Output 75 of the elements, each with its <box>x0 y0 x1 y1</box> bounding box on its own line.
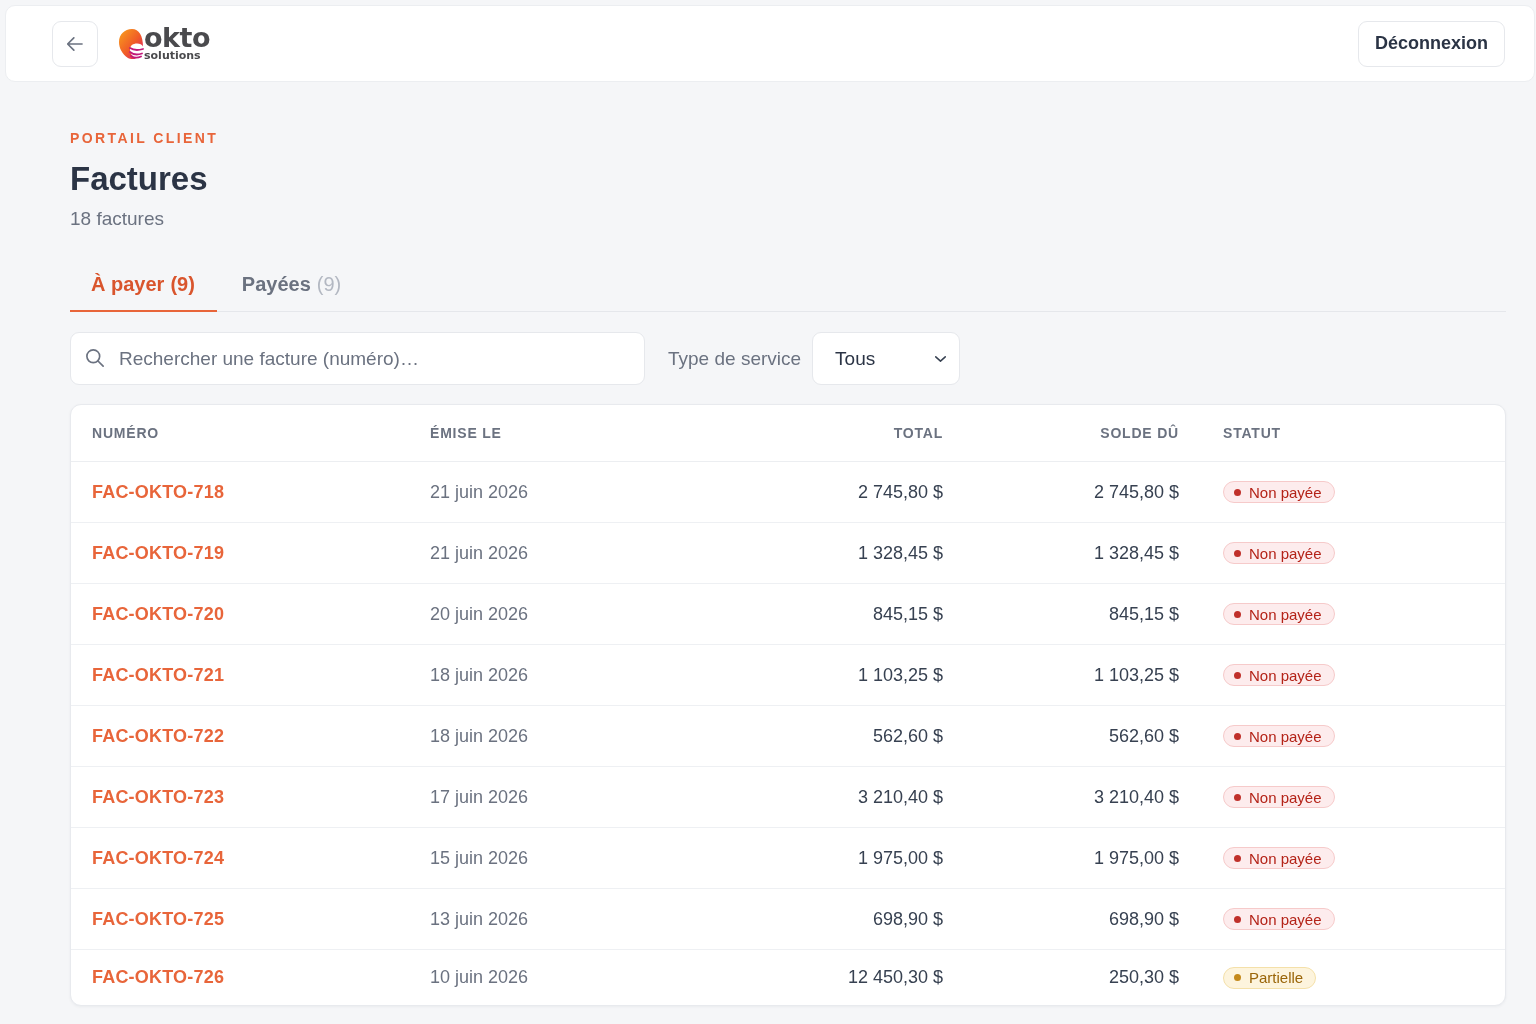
invoice-link[interactable]: FAC-OKTO-718 <box>92 481 225 502</box>
table-cell: 1 975,00 $ <box>1093 847 1179 868</box>
tab[interactable]: À payer (9) <box>70 260 217 312</box>
invoice-link[interactable]: FAC-OKTO-721 <box>92 664 225 685</box>
table-cell: 20 juin 2026 <box>430 603 529 624</box>
logo-mark-icon <box>118 27 146 60</box>
table-cell: 1 975,00 $ <box>857 847 943 868</box>
status-dot-icon <box>1234 671 1241 679</box>
table-cell: 1 328,45 $ <box>857 542 943 563</box>
column-header: NUMÉRO <box>92 425 160 441</box>
table-cell: 1 328,45 $ <box>1093 542 1179 563</box>
section-eyebrow: PORTAIL CLIENT <box>70 130 220 146</box>
invoice-count: 18 factures <box>70 207 165 231</box>
status-badge: Non payée <box>1223 786 1335 808</box>
status-dot-icon <box>1234 732 1241 740</box>
column-header: SOLDE DÛ <box>1100 425 1179 441</box>
page-title: Factures <box>70 159 209 199</box>
table-cell: 845,15 $ <box>1108 603 1179 624</box>
invoice-link[interactable]: FAC-OKTO-723 <box>92 786 225 807</box>
table-cell: 21 juin 2026 <box>430 542 529 563</box>
status-dot-icon <box>1234 793 1241 801</box>
table-cell: 562,60 $ <box>872 725 943 746</box>
status-badge: Partielle <box>1223 966 1317 989</box>
status-badge: Non payée <box>1223 725 1335 747</box>
column-header: STATUT <box>1223 425 1281 441</box>
status-badge: Non payée <box>1223 847 1335 869</box>
table-cell: 2 745,80 $ <box>857 481 943 502</box>
table-cell: 18 juin 2026 <box>430 664 529 685</box>
logout-button[interactable]: Déconnexion <box>1357 20 1505 67</box>
status-badge: Non payée <box>1223 481 1335 503</box>
table-cell: 562,60 $ <box>1108 725 1179 746</box>
tab[interactable]: Payées (9) <box>220 260 364 312</box>
invoice-link[interactable]: FAC-OKTO-722 <box>92 725 225 746</box>
table-cell: 13 juin 2026 <box>430 908 529 929</box>
table-cell: 698,90 $ <box>872 908 943 929</box>
filter-label: Type de service <box>668 347 802 370</box>
status-dot-icon <box>1234 549 1241 557</box>
invoice-link[interactable]: FAC-OKTO-724 <box>92 847 225 868</box>
table-cell: 250,30 $ <box>1108 967 1179 987</box>
table-cell: 17 juin 2026 <box>430 786 529 807</box>
status-badge: Non payée <box>1223 542 1335 564</box>
status-badge: Non payée <box>1223 908 1335 930</box>
table-cell: 3 210,40 $ <box>1093 786 1179 807</box>
table-cell: 698,90 $ <box>1108 908 1179 929</box>
status-badge: Non payée <box>1223 603 1335 625</box>
chevron-down-icon <box>935 355 947 362</box>
search-icon <box>86 349 104 367</box>
column-header: TOTAL <box>893 425 943 441</box>
status-dot-icon <box>1234 915 1241 923</box>
status-badge: Non payée <box>1223 664 1335 686</box>
table-cell: 1 103,25 $ <box>857 664 943 685</box>
table-cell: 10 juin 2026 <box>430 967 529 987</box>
table-cell: 3 210,40 $ <box>857 786 943 807</box>
table-cell: 12 450,30 $ <box>847 967 943 987</box>
search-field[interactable]: Rechercher une facture (numéro)… <box>70 332 645 385</box>
table-cell: 845,15 $ <box>872 603 943 624</box>
invoice-link[interactable]: FAC-OKTO-726 <box>92 967 225 987</box>
column-header: ÉMISE LE <box>430 425 502 441</box>
service-type-select[interactable]: Tous <box>812 332 961 385</box>
status-dot-icon <box>1234 610 1241 618</box>
logo-tagline: solutions <box>144 49 202 62</box>
table-cell: 2 745,80 $ <box>1093 481 1179 502</box>
invoice-link[interactable]: FAC-OKTO-719 <box>92 542 225 563</box>
logo-wordmark: okto <box>144 25 210 50</box>
status-dot-icon <box>1234 974 1241 981</box>
table-cell: 1 103,25 $ <box>1093 664 1179 685</box>
invoice-link[interactable]: FAC-OKTO-720 <box>92 603 225 624</box>
table-cell: 18 juin 2026 <box>430 725 529 746</box>
status-dot-icon <box>1234 488 1241 496</box>
status-dot-icon <box>1234 854 1241 862</box>
arrow-left-icon <box>67 36 83 51</box>
invoice-link[interactable]: FAC-OKTO-725 <box>92 908 225 929</box>
table-cell: 21 juin 2026 <box>430 481 529 502</box>
back-button[interactable] <box>52 20 98 67</box>
table-cell: 15 juin 2026 <box>430 847 529 868</box>
